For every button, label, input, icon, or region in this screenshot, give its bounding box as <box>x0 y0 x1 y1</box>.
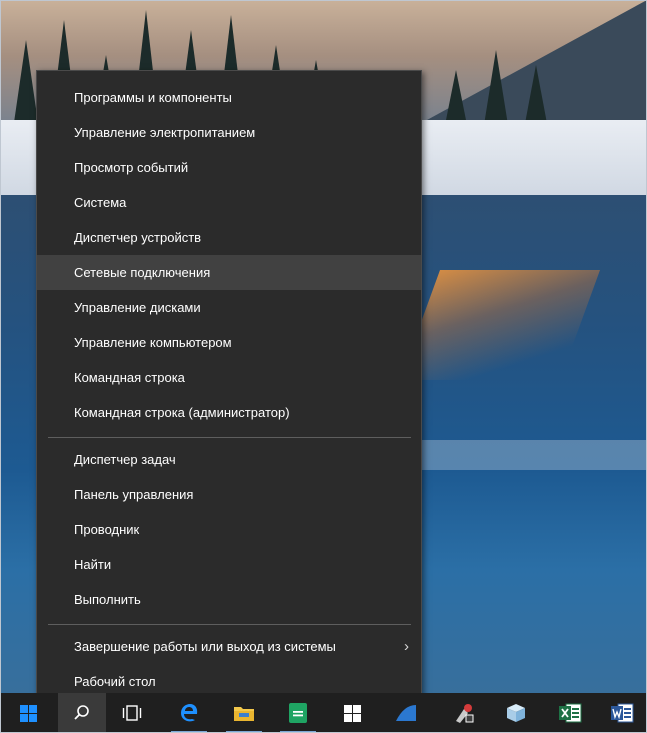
blue-triangle-icon <box>396 705 416 721</box>
menu-item-programs-and-features[interactable]: Программы и компоненты <box>37 80 421 115</box>
menu-item-label: Система <box>74 195 127 210</box>
app-button-3[interactable] <box>492 693 540 733</box>
menu-item-label: Управление компьютером <box>74 335 232 350</box>
excel-icon <box>559 703 582 723</box>
menu-item-command-prompt[interactable]: Командная строка <box>37 360 421 395</box>
chevron-right-icon: › <box>404 638 409 655</box>
menu-item-label: Диспетчер задач <box>74 452 176 467</box>
menu-item-label: Найти <box>74 557 112 572</box>
folder-icon <box>234 707 254 721</box>
excel-button[interactable] <box>546 693 594 733</box>
menu-item-label: Завершение работы или выход из системы <box>74 639 336 654</box>
menu-item-label: Просмотр событий <box>74 160 189 175</box>
menu-item-search[interactable]: Найти <box>37 547 421 582</box>
desktop: Программы и компоненты Управление электр… <box>0 0 647 733</box>
menu-item-task-manager[interactable]: Диспетчер задач <box>37 442 421 477</box>
menu-item-event-viewer[interactable]: Просмотр событий <box>37 150 421 185</box>
word-icon <box>611 703 634 723</box>
menu-item-label: Выполнить <box>74 592 141 607</box>
menu-item-label: Сетевые подключения <box>74 265 211 280</box>
menu-item-shutdown-or-sign-out[interactable]: Завершение работы или выход из системы › <box>37 629 421 664</box>
search-icon <box>74 705 89 720</box>
menu-item-label: Программы и компоненты <box>74 90 232 105</box>
app-button-2[interactable] <box>440 693 488 733</box>
store-button[interactable] <box>328 693 376 733</box>
windows-logo-icon <box>19 704 37 722</box>
search-button[interactable] <box>58 693 106 733</box>
file-explorer-button[interactable] <box>220 693 268 733</box>
menu-separator <box>48 624 411 625</box>
menu-item-label: Рабочий стол <box>74 674 156 689</box>
menu-item-label: Панель управления <box>74 487 194 502</box>
cube-icon <box>507 704 525 722</box>
menu-item-file-explorer[interactable]: Проводник <box>37 512 421 547</box>
task-view-icon <box>122 705 142 721</box>
menu-item-command-prompt-admin[interactable]: Командная строка (администратор) <box>37 395 421 430</box>
menu-item-disk-management[interactable]: Управление дисками <box>37 290 421 325</box>
app-button[interactable] <box>382 693 430 733</box>
task-view-button[interactable] <box>108 693 156 733</box>
spreadsheet-app-button[interactable] <box>274 693 322 733</box>
tools-icon <box>456 704 474 723</box>
menu-item-label: Управление дисками <box>74 300 201 315</box>
menu-item-power-options[interactable]: Управление электропитанием <box>37 115 421 150</box>
menu-item-control-panel[interactable]: Панель управления <box>37 477 421 512</box>
green-document-icon <box>289 703 307 723</box>
menu-item-label: Диспетчер устройств <box>74 230 202 245</box>
menu-item-computer-management[interactable]: Управление компьютером <box>37 325 421 360</box>
menu-item-run[interactable]: Выполнить <box>37 582 421 617</box>
wallpaper-haze <box>420 440 647 470</box>
store-icon <box>343 704 361 722</box>
menu-item-network-connections[interactable]: Сетевые подключения <box>37 255 421 290</box>
start-button[interactable] <box>4 693 52 733</box>
word-button[interactable] <box>598 693 646 733</box>
menu-item-label: Командная строка (администратор) <box>74 405 290 420</box>
menu-separator <box>48 437 411 438</box>
taskbar <box>0 693 647 733</box>
edge-button[interactable] <box>165 693 213 733</box>
menu-item-label: Управление электропитанием <box>74 125 256 140</box>
menu-item-system[interactable]: Система <box>37 185 421 220</box>
edge-browser-icon <box>181 704 198 722</box>
menu-item-device-manager[interactable]: Диспетчер устройств <box>37 220 421 255</box>
menu-item-label: Проводник <box>74 522 140 537</box>
menu-item-label: Командная строка <box>74 370 185 385</box>
winx-context-menu: Программы и компоненты Управление электр… <box>36 70 422 706</box>
